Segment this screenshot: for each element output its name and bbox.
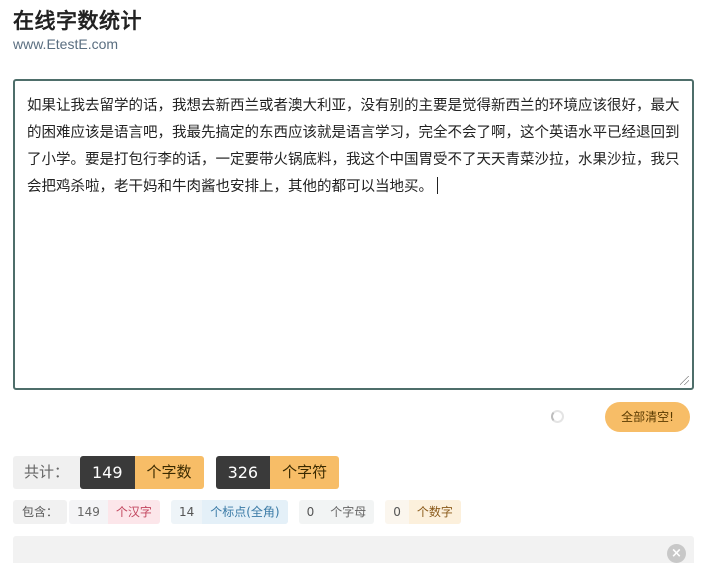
punct-count-badge: 14 个标点(全角) xyxy=(170,500,288,524)
punct-count-value: 14 xyxy=(178,505,195,519)
totals-bar: 共计： 149 个字数 326 个字符 xyxy=(13,456,351,489)
clear-all-button[interactable]: 全部清空! xyxy=(605,402,690,432)
breakdown-bar: 包含： 149 个汉字 14 个标点(全角) 0 个字母 0 个数字 xyxy=(13,500,472,524)
char-count-value: 326 xyxy=(215,456,271,489)
char-count-badge: 326 个字符 xyxy=(215,456,340,489)
totals-label: 共计： xyxy=(13,456,80,489)
letter-count-value: 0 xyxy=(306,505,315,519)
digit-count-value: 0 xyxy=(393,505,401,519)
result-panel xyxy=(13,536,694,563)
hanzi-count-badge: 149 个汉字 xyxy=(69,500,160,524)
letter-count-badge: 0 个字母 xyxy=(298,500,375,524)
editor-text: 如果让我去留学的话，我想去新西兰或者澳大利亚，没有别的主要是觉得新西兰的环境应该… xyxy=(27,98,680,195)
hanzi-count-value: 149 xyxy=(77,505,100,519)
char-count-unit: 个字符 xyxy=(270,456,340,489)
digit-count-badge: 0 个数字 xyxy=(385,500,461,524)
word-count-value: 149 xyxy=(80,456,135,489)
spinner-icon xyxy=(551,410,564,423)
hanzi-count-unit: 个汉字 xyxy=(107,500,160,524)
text-caret xyxy=(437,177,438,194)
word-count-badge: 149 个字数 xyxy=(80,456,204,489)
punct-count-unit: 个标点(全角) xyxy=(202,500,288,524)
close-icon[interactable]: × xyxy=(667,544,686,563)
text-input-area[interactable]: 如果让我去留学的话，我想去新西兰或者澳大利亚，没有别的主要是觉得新西兰的环境应该… xyxy=(13,79,694,390)
page-title: 在线字数统计 xyxy=(13,9,142,33)
letter-count-unit: 个字母 xyxy=(330,505,367,519)
resize-handle-icon[interactable] xyxy=(680,376,689,385)
breakdown-label: 包含： xyxy=(13,500,68,524)
site-url[interactable]: www.EtestE.com xyxy=(13,36,118,52)
digit-count-unit: 个数字 xyxy=(408,500,461,524)
word-count-unit: 个字数 xyxy=(134,456,204,489)
